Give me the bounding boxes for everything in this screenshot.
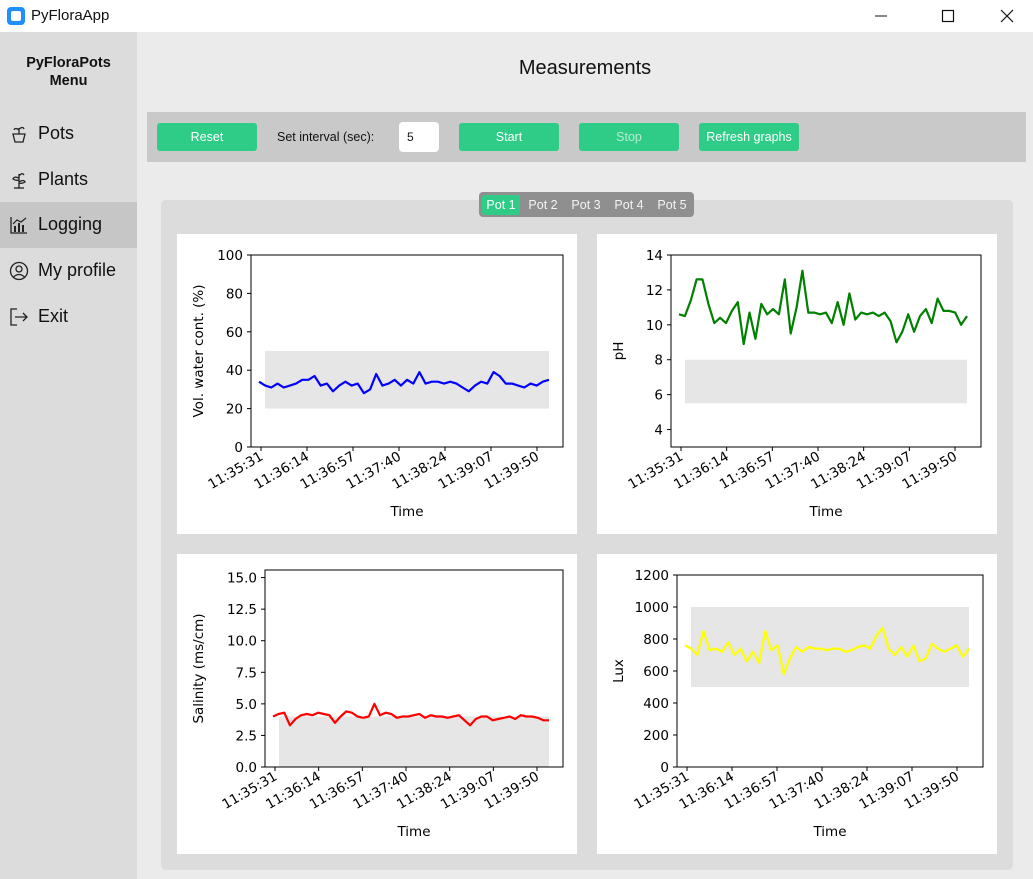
y-tick-label: 1000 — [635, 600, 669, 616]
lux-chart: 0 200 400 600 800 1000 1200 11:35:31 11:36:14 11:… — [597, 554, 997, 854]
y-axis-label: Salinity (ms/cm) — [191, 613, 207, 723]
y-tick-label: 10 — [646, 318, 663, 334]
y-tick-label: 2.5 — [236, 728, 257, 744]
y-tick-label: 8 — [654, 353, 663, 369]
sidebar-title: PyFloraPots Menu — [0, 54, 137, 90]
ph-chart-svg: 46810121411:35:3111:36:1411:36:5711:37:4… — [611, 248, 982, 520]
start-button[interactable]: Start — [459, 123, 559, 151]
y-axis-label: pH — [611, 342, 627, 361]
y-axis-label: Lux — [611, 659, 627, 683]
y-tick-label: 12.5 — [227, 602, 257, 618]
y-tick-label: 4 — [654, 423, 663, 439]
sidebar-item-my-profile[interactable]: My profile — [0, 248, 137, 294]
sidebar-item-pots[interactable]: Pots — [0, 111, 137, 157]
maximize-icon — [941, 9, 955, 23]
sidebar-title-line2: Menu — [49, 73, 88, 89]
sidebar-item-exit[interactable]: Exit — [0, 294, 137, 340]
x-axis-label: Time — [812, 824, 846, 840]
x-axis-label: Time — [808, 504, 842, 520]
y-tick-label: 5.0 — [236, 697, 257, 713]
tab-pot-2[interactable]: Pot 2 — [523, 195, 563, 215]
y-tick-label: 400 — [643, 696, 669, 712]
pot-tabs: Pot 1 Pot 2 Pot 3 Pot 4 Pot 5 — [479, 192, 694, 217]
minimize-icon — [875, 15, 887, 17]
tab-pot-3[interactable]: Pot 3 — [566, 195, 606, 215]
target-range-band — [691, 607, 969, 687]
exit-icon — [10, 308, 28, 326]
refresh-graphs-button[interactable]: Refresh graphs — [699, 123, 799, 151]
target-range-band — [279, 716, 549, 767]
y-tick-label: 10.0 — [227, 634, 257, 650]
y-tick-label: 100 — [217, 248, 243, 264]
series-line — [678, 269, 968, 346]
sidebar-title-line1: PyFloraPots — [26, 55, 111, 71]
sidebar-item-label: Pots — [38, 123, 75, 143]
sidebar-item-plants[interactable]: Plants — [0, 157, 137, 203]
y-tick-label: 0 — [660, 760, 669, 776]
page-title: Measurements — [518, 57, 652, 79]
y-tick-label: 80 — [226, 286, 243, 302]
y-axis-label: Vol. water cont. (%) — [191, 284, 207, 417]
water-content-chart: 0 20 40 60 80 100 11:35:31 11:36:14 11:36:57 11:3… — [177, 234, 577, 534]
x-axis-label: Time — [389, 504, 423, 520]
sidebar-item-logging[interactable]: Logging — [0, 202, 137, 248]
minimize-button[interactable] — [858, 0, 904, 32]
salinity-chart-svg: 0.02.55.07.510.012.515.011:35:3111:36:14… — [191, 569, 564, 840]
y-tick-label: 14 — [646, 248, 663, 264]
close-icon — [1000, 9, 1014, 23]
plot-frame — [670, 254, 982, 448]
tab-pot-1[interactable]: Pot 1 — [482, 195, 520, 215]
y-tick-label: 6 — [654, 388, 663, 404]
sidebar-item-label: Exit — [38, 306, 69, 326]
y-tick-label: 1200 — [635, 568, 669, 584]
lux-chart-svg: 02004006008001000120011:35:3111:36:1411:… — [611, 568, 984, 840]
y-tick-label: 200 — [643, 728, 669, 744]
pot-icon — [12, 126, 26, 143]
window-title: PyFloraApp — [31, 7, 110, 24]
target-range-band — [685, 359, 967, 404]
tab-pot-5[interactable]: Pot 5 — [652, 195, 692, 215]
tab-pot-4[interactable]: Pot 4 — [609, 195, 649, 215]
sidebar-item-label: Logging — [38, 214, 103, 234]
maximize-button[interactable] — [925, 0, 971, 32]
user-icon — [9, 261, 29, 281]
plant-icon — [12, 173, 26, 189]
ph-chart: 4 6 8 10 12 14 11:35:31 11:36:14 11:36:57 11:37:4… — [597, 234, 997, 534]
sidebar-item-label: Plants — [38, 169, 89, 189]
close-button[interactable] — [984, 0, 1030, 32]
reset-button[interactable]: Reset — [157, 123, 257, 151]
y-tick-label: 7.5 — [236, 665, 257, 681]
y-tick-label: 15.0 — [227, 571, 257, 587]
y-tick-label: 0.0 — [236, 760, 257, 776]
interval-label: Set interval (sec): — [277, 130, 375, 144]
y-tick-label: 600 — [643, 664, 669, 680]
water-content-chart-svg: 02040608010011:35:3111:36:1411:36:5711:3… — [191, 248, 564, 520]
y-tick-label: 800 — [643, 632, 669, 648]
salinity-chart: 0.0 2.5 5.0 7.5 10.0 12.5 15.0 11:35:31 11:36:14… — [177, 554, 577, 854]
x-axis-label: Time — [396, 824, 430, 840]
interval-input[interactable] — [399, 122, 439, 152]
y-tick-label: 0 — [234, 440, 243, 456]
app-logo-icon — [7, 7, 25, 25]
y-tick-label: 60 — [226, 325, 243, 341]
controls-toolbar: Reset Set interval (sec): Start Stop Ref… — [147, 112, 1026, 162]
y-tick-label: 40 — [226, 363, 243, 379]
sidebar: PyFloraPots Menu Pots Plants Logging My … — [0, 32, 137, 879]
sidebar-item-label: My profile — [38, 260, 117, 280]
stop-button[interactable]: Stop — [579, 123, 679, 151]
window-titlebar: PyFloraApp — [0, 0, 1033, 32]
y-tick-label: 20 — [226, 402, 243, 418]
chart-icon — [10, 217, 27, 234]
y-tick-label: 12 — [646, 283, 663, 299]
